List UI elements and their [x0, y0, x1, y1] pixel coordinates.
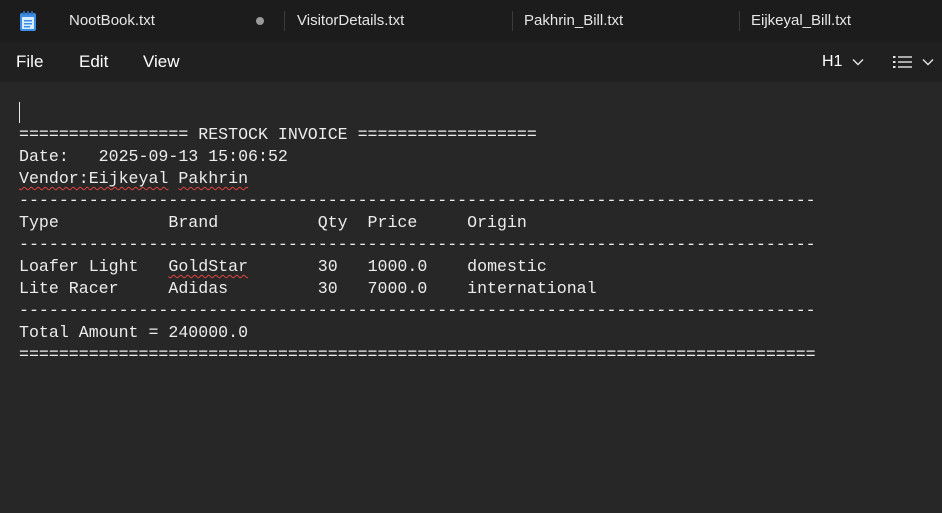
- col-origin-header: Origin: [467, 213, 527, 232]
- tab-eijkeyal-bill[interactable]: Eijkeyal_Bill.txt: [751, 0, 851, 42]
- divider-line: ----------------------------------------…: [19, 235, 816, 254]
- divider-line: ----------------------------------------…: [19, 301, 816, 320]
- date-value: 2025-09-13 15:06:52: [98, 147, 288, 166]
- chevron-down-icon: [922, 59, 934, 66]
- list-format-dropdown[interactable]: [893, 42, 934, 82]
- notepad-app-icon: [20, 11, 36, 31]
- menu-bar: File Edit View H1: [0, 42, 942, 82]
- col-type-header: Type: [19, 213, 169, 232]
- tab-separator: [284, 11, 285, 31]
- vendor-last-name: Pakhrin: [178, 169, 249, 188]
- table-row: Loafer Light GoldStar 30 1000.0 domestic: [19, 256, 816, 278]
- list-icon: [893, 56, 912, 68]
- notepad-window: NootBook.txt VisitorDetails.txt Pakhrin_…: [0, 0, 942, 513]
- tab-separator: [739, 11, 740, 31]
- col-qty-header: Qty: [317, 213, 368, 232]
- row-origin: international: [467, 279, 597, 298]
- tab-bar: NootBook.txt VisitorDetails.txt Pakhrin_…: [0, 0, 942, 42]
- text-editor[interactable]: ================= RESTOCK INVOICE ======…: [0, 82, 942, 513]
- row-type: Loafer Light: [19, 257, 169, 276]
- menu-file[interactable]: File: [16, 42, 43, 82]
- row-origin: domestic: [467, 257, 547, 276]
- vendor-first-name: Eijkeyal: [88, 169, 169, 188]
- menu-edit[interactable]: Edit: [79, 42, 108, 82]
- heading-label: H1: [822, 53, 843, 70]
- divider-line: ----------------------------------------…: [19, 191, 816, 210]
- row-spacer: [228, 279, 318, 298]
- document-content[interactable]: ================= RESTOCK INVOICE ======…: [19, 124, 816, 366]
- unsaved-indicator-icon[interactable]: [256, 17, 264, 25]
- col-price-header: Price: [367, 213, 468, 232]
- column-header-line: Type Brand Qty Price Origin: [19, 212, 816, 234]
- row-price: 1000.0: [367, 257, 468, 276]
- chevron-down-icon: [852, 59, 864, 66]
- vendor-label: Vendor:: [19, 169, 89, 188]
- vendor-line: Vendor:Eijkeyal Pakhrin: [19, 168, 816, 190]
- heading-dropdown[interactable]: H1: [822, 42, 864, 82]
- row-spacer: [248, 257, 318, 276]
- invoice-title-line: ================= RESTOCK INVOICE ======…: [19, 125, 537, 144]
- text-caret: [19, 102, 20, 123]
- row-qty: 30: [317, 279, 368, 298]
- row-price: 7000.0: [367, 279, 468, 298]
- tab-nootbook[interactable]: NootBook.txt: [69, 0, 155, 42]
- table-row: Lite Racer Adidas 30 7000.0 internationa…: [19, 278, 816, 300]
- tab-visitordetails[interactable]: VisitorDetails.txt: [297, 0, 404, 42]
- footer-rule-line: ========================================…: [19, 345, 816, 364]
- col-brand-header: Brand: [168, 213, 318, 232]
- row-brand: GoldStar: [168, 257, 249, 276]
- date-label: Date:: [19, 147, 99, 166]
- date-line: Date: 2025-09-13 15:06:52: [19, 146, 816, 168]
- menu-view[interactable]: View: [143, 42, 180, 82]
- total-line: Total Amount = 240000.0: [19, 323, 249, 342]
- tab-pakhrin-bill[interactable]: Pakhrin_Bill.txt: [524, 0, 623, 42]
- row-type: Lite Racer: [19, 279, 169, 298]
- tab-separator: [512, 11, 513, 31]
- row-qty: 30: [317, 257, 368, 276]
- row-brand: Adidas: [168, 279, 229, 298]
